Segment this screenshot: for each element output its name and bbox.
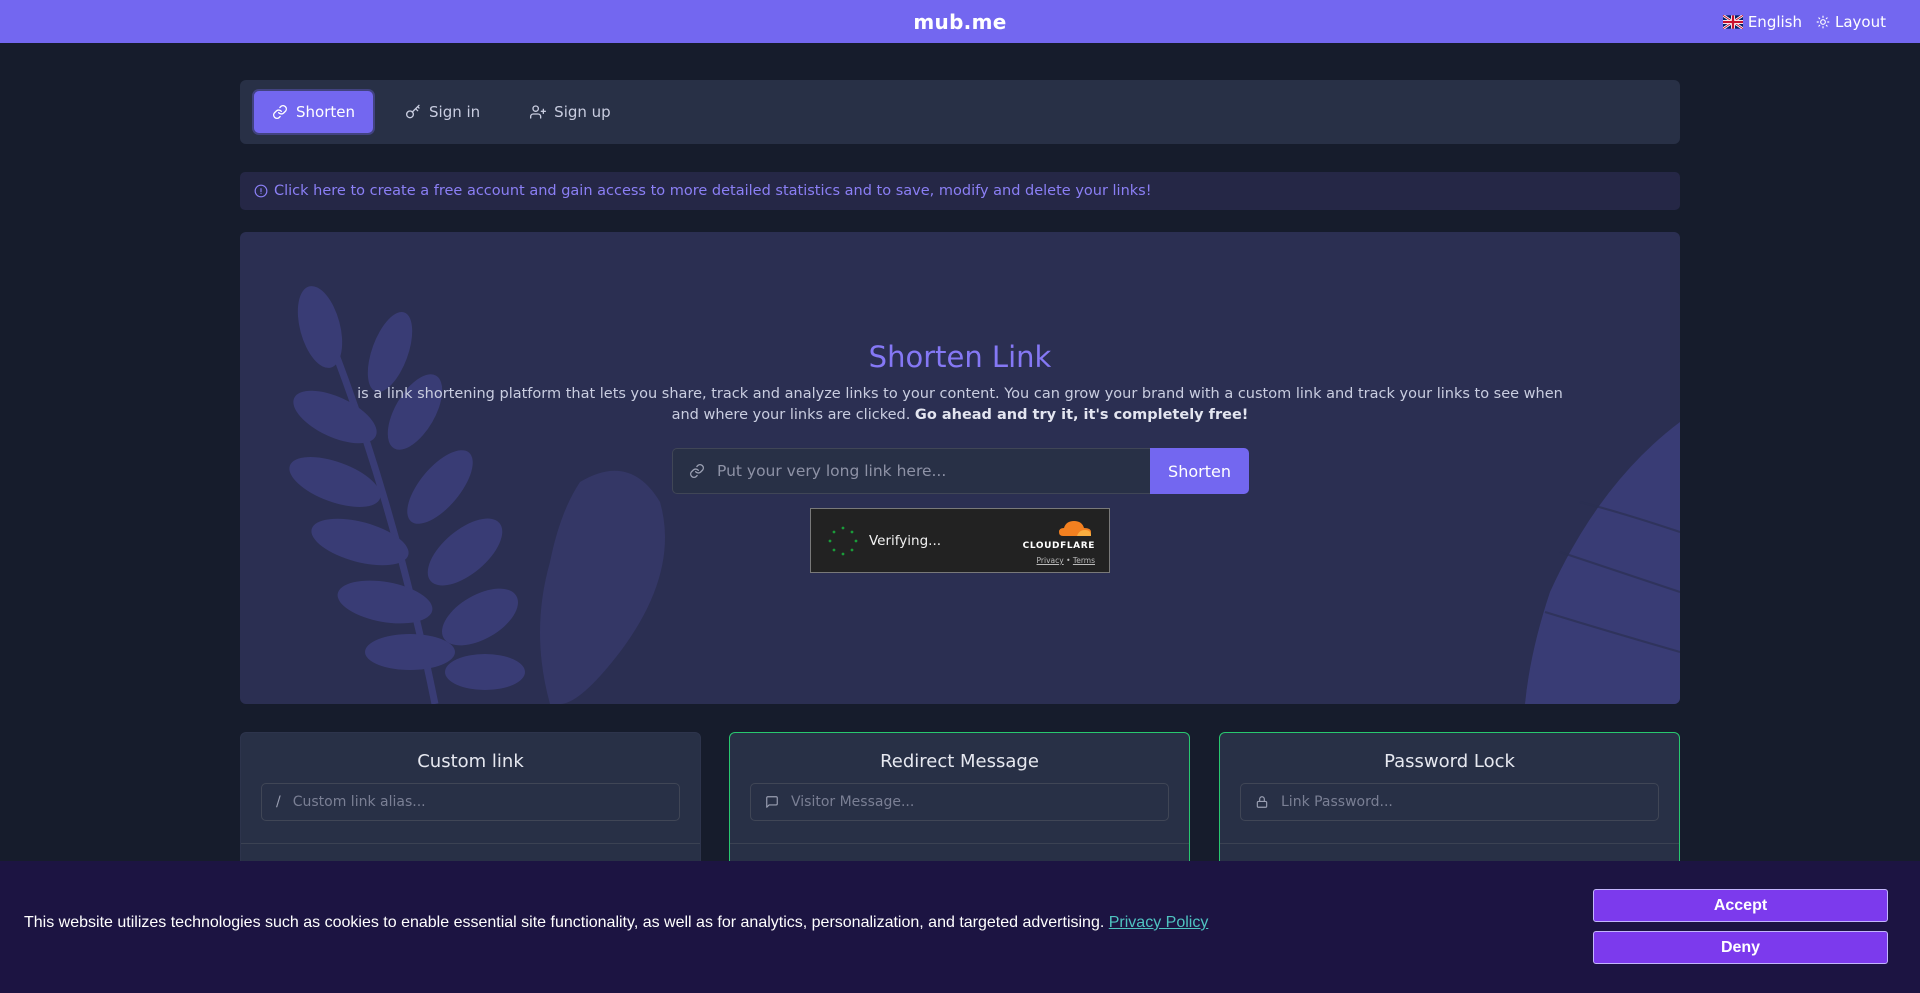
sun-icon [1816, 15, 1830, 28]
shorten-hero: Shorten Link is a link shortening platfo… [240, 232, 1680, 704]
card-divider [730, 843, 1189, 844]
link-icon [273, 105, 287, 119]
hero-description-bold: Go ahead and try it, it's completely fre… [914, 407, 1249, 423]
tab-shorten-label: Shorten [296, 103, 355, 121]
cloud-icon [1059, 521, 1091, 536]
custom-alias-input[interactable] [292, 794, 679, 810]
cookie-deny-button[interactable]: Deny [1593, 931, 1888, 964]
card-divider [241, 843, 700, 844]
privacy-policy-link[interactable]: Privacy Policy [1109, 914, 1209, 931]
lock-icon [1256, 796, 1268, 808]
card-divider [1220, 843, 1679, 844]
uk-flag-icon [1722, 14, 1743, 29]
cloudflare-captcha[interactable]: Verifying... CLOUDFLARE Privacy • Terms [810, 508, 1110, 573]
shorten-form: Shorten [672, 448, 1249, 494]
message-icon [766, 796, 778, 808]
user-plus-icon [530, 105, 547, 119]
spinner-icon [828, 526, 858, 555]
alert-text: Click here to create a free account and … [274, 183, 1152, 199]
custom-link-card: Custom link / [240, 732, 701, 872]
brand-logo[interactable]: mub.me [913, 10, 1006, 34]
tab-sign-up-label: Sign up [554, 103, 611, 121]
language-label: English [1747, 12, 1802, 31]
url-input-wrapper [672, 448, 1150, 494]
visitor-message-input[interactable] [791, 794, 1168, 810]
info-icon [254, 184, 268, 198]
captcha-terms-link[interactable]: Terms [1073, 556, 1095, 565]
custom-link-field: / [261, 783, 680, 821]
captcha-privacy-link[interactable]: Privacy [1037, 556, 1064, 565]
cookie-message: This website utilizes technologies such … [24, 914, 1105, 931]
tab-sign-in-label: Sign in [429, 103, 481, 121]
language-selector[interactable]: English [1722, 12, 1802, 31]
key-icon [406, 104, 420, 119]
link-password-input[interactable] [1281, 794, 1658, 810]
tab-sign-up[interactable]: Sign up [512, 91, 629, 133]
top-bar: mub.me English Layout [0, 0, 1920, 43]
tab-shorten[interactable]: Shorten [254, 91, 373, 133]
auth-nav: Shorten Sign in Sign up [240, 80, 1680, 144]
redirect-message-title: Redirect Message [880, 751, 1039, 772]
custom-link-title: Custom link [417, 751, 524, 772]
captcha-link-separator: • [1066, 556, 1071, 565]
cloudflare-branding: CLOUDFLARE Privacy • Terms [1023, 519, 1095, 565]
redirect-message-card: Redirect Message [729, 732, 1190, 872]
password-lock-field [1240, 783, 1659, 821]
cookie-accept-button[interactable]: Accept [1593, 889, 1888, 922]
create-account-alert[interactable]: Click here to create a free account and … [240, 172, 1680, 210]
cloudflare-logo-text: CLOUDFLARE [1022, 541, 1095, 551]
shorten-button[interactable]: Shorten [1150, 448, 1249, 494]
captcha-status: Verifying... [869, 532, 942, 549]
top-bar-actions: English Layout [1722, 0, 1886, 43]
cookie-banner: This website utilizes technologies such … [0, 861, 1920, 993]
password-lock-card: Password Lock [1219, 732, 1680, 872]
captcha-links: Privacy • Terms [1023, 556, 1095, 565]
redirect-message-field [750, 783, 1169, 821]
slash-icon: / [276, 794, 281, 810]
layout-toggle[interactable]: Layout [1816, 13, 1886, 31]
long-url-input[interactable] [717, 462, 1150, 480]
hero-title: Shorten Link [868, 340, 1052, 374]
password-lock-title: Password Lock [1384, 751, 1515, 772]
layout-label: Layout [1835, 12, 1886, 31]
link-icon [690, 464, 704, 478]
hero-description: is a link shortening platform that lets … [350, 384, 1570, 426]
tab-sign-in[interactable]: Sign in [387, 91, 498, 133]
cookie-text: This website utilizes technologies such … [24, 914, 1208, 932]
